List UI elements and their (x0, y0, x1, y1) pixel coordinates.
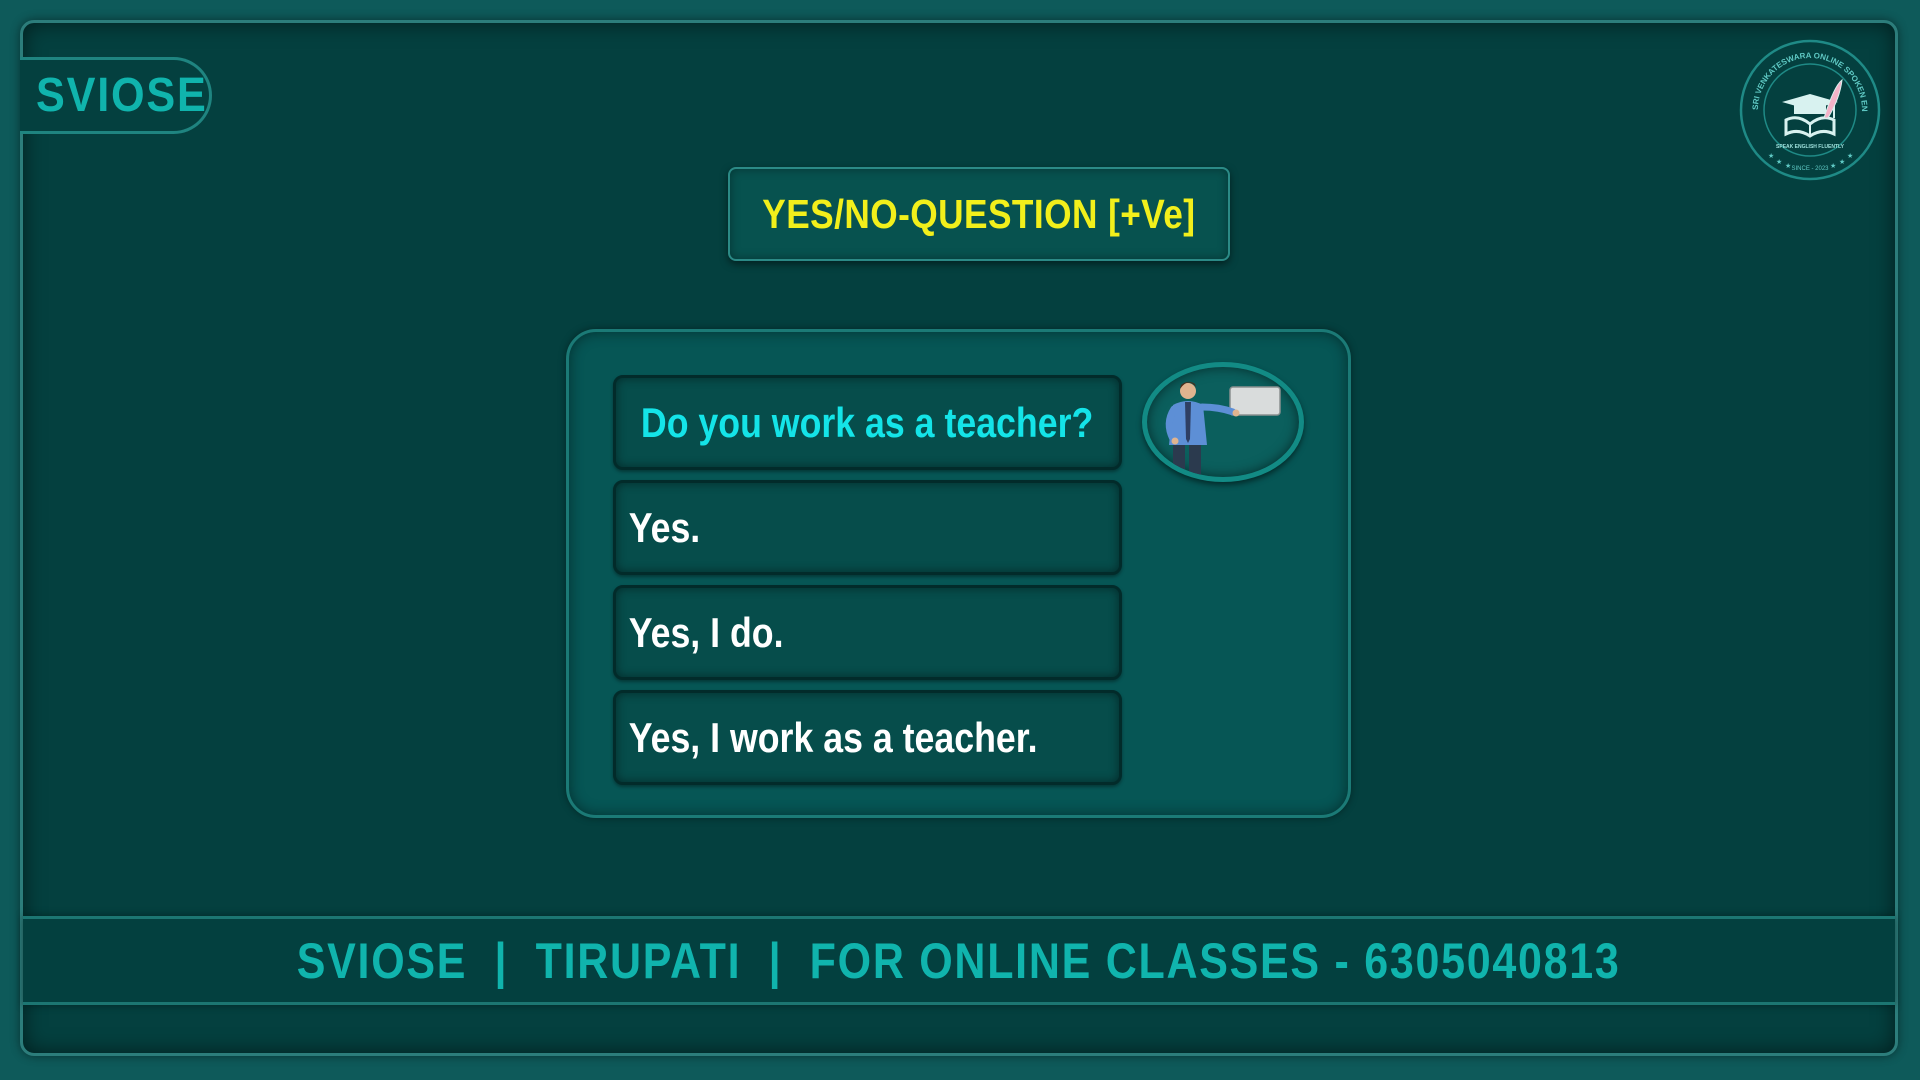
answer-row: Yes. (613, 480, 1122, 575)
svg-text:★: ★ (1830, 162, 1836, 170)
svg-text:★: ★ (1776, 158, 1782, 166)
teacher-illustration (1142, 362, 1304, 482)
answer-text: Yes, I work as a teacher. (628, 713, 1038, 761)
example-panel: Do you work as a teacher? Yes. Yes, I do… (566, 329, 1351, 818)
svg-text:★: ★ (1839, 158, 1845, 166)
logo-banner-text: SPEAK ENGLISH FLUENTLY (1776, 144, 1845, 150)
answer-row: Yes, I do. (613, 585, 1122, 680)
logo-since-text: SINCE - 2023 (1791, 166, 1829, 172)
svg-text:★: ★ (1847, 152, 1853, 160)
answer-row: Yes, I work as a teacher. (613, 690, 1122, 785)
answer-text: Yes, I do. (628, 608, 784, 656)
question-row: Do you work as a teacher? (613, 375, 1122, 470)
answer-text: Yes. (628, 503, 701, 551)
footer-text: SVIOSE | TIRUPATI | FOR ONLINE CLASSES -… (297, 932, 1621, 989)
slide-title-text: YES/NO-QUESTION [+Ve] (762, 190, 1196, 237)
brand-tab: SVIOSE (20, 57, 212, 134)
footer-bar: SVIOSE | TIRUPATI | FOR ONLINE CLASSES -… (23, 916, 1895, 1005)
svg-text:★: ★ (1768, 152, 1774, 160)
brand-label: SVIOSE (36, 69, 208, 122)
slide-title: YES/NO-QUESTION [+Ve] (728, 167, 1230, 261)
question-text: Do you work as a teacher? (641, 398, 1094, 446)
teacher-pointing-at-board-icon (1165, 381, 1281, 475)
school-logo: SRI VENKATESWARA ONLINE SPOKEN ENGLISH S… (1738, 38, 1881, 181)
svg-text:★: ★ (1785, 162, 1791, 170)
open-book-graduation-cap-quill-icon (1782, 78, 1843, 138)
